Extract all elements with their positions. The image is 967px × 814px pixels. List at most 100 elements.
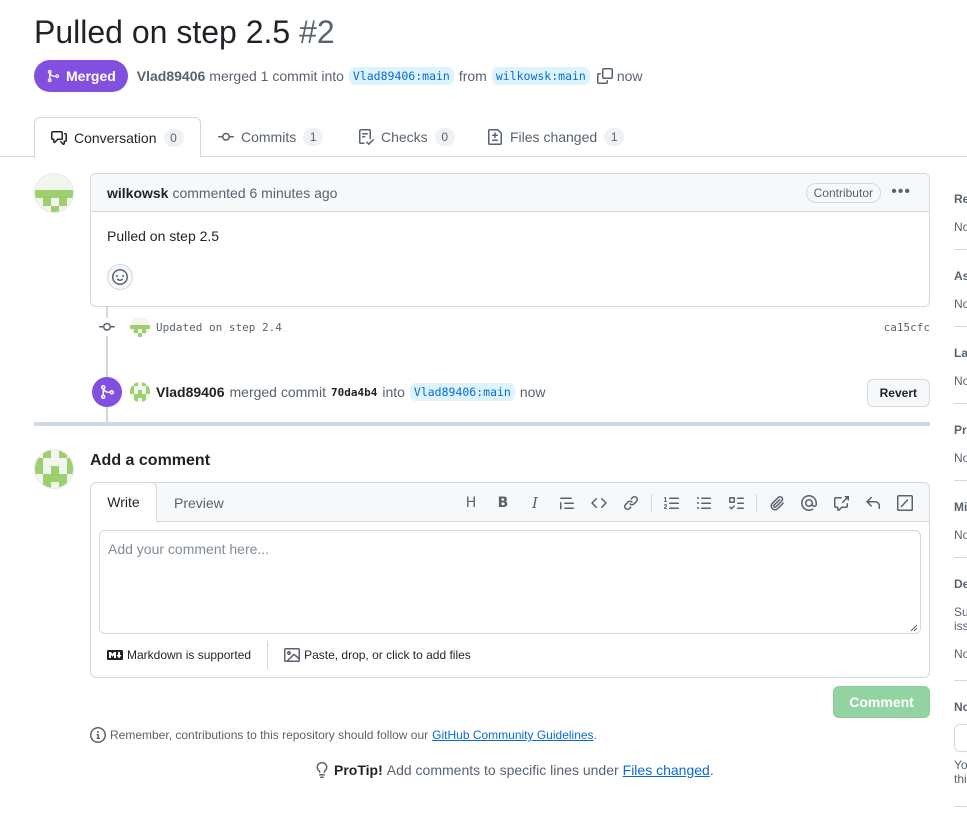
base-branch[interactable]: Vlad89406:main	[348, 67, 454, 85]
ordered-list-icon[interactable]	[656, 491, 688, 515]
resize-handle-icon[interactable]	[910, 624, 918, 632]
protip-label: ProTip!	[334, 762, 383, 778]
tab-conversation[interactable]: Conversation 0	[34, 117, 201, 158]
tab-count: 0	[434, 128, 455, 146]
comment-card: wilkowsk commented 6 minutes ago Contrib…	[90, 173, 930, 307]
state-badge-merged: Merged	[34, 60, 128, 92]
add-comment-heading: Add a comment	[90, 452, 211, 469]
sidebar-reviewers[interactable]: Re No	[954, 192, 967, 234]
sidebar-labels[interactable]: La No	[954, 346, 967, 388]
markdown-icon	[107, 647, 123, 663]
file-diff-icon	[488, 129, 502, 145]
editor-footer: Markdown is supported Paste, drop, or cl…	[107, 641, 471, 669]
paperclip-icon[interactable]	[761, 491, 793, 515]
community-guidelines-link[interactable]: GitHub Community Guidelines	[432, 728, 593, 742]
merge-commit-sha-link[interactable]: 70da4b4	[331, 386, 377, 399]
avatar[interactable]	[34, 449, 74, 489]
markdown-supported-link[interactable]: Markdown is supported	[127, 648, 251, 662]
sidebar-divider	[954, 480, 967, 481]
link-icon[interactable]	[615, 491, 647, 515]
guidelines-note: Remember, contributions to this reposito…	[90, 727, 597, 743]
sidebar-divider	[954, 326, 967, 327]
pr-summary: merged 1 commit into	[209, 68, 344, 84]
tab-count: 1	[303, 128, 324, 146]
tab-files-changed[interactable]: Files changed 1	[487, 117, 625, 157]
git-commit-icon	[218, 132, 234, 141]
merge-time: now	[519, 384, 546, 400]
sidebar-divider	[954, 557, 967, 558]
comment-textarea[interactable]: Add your comment here...	[99, 530, 921, 634]
kebab-icon[interactable]: •••	[891, 182, 911, 202]
tab-count: 1	[604, 128, 625, 146]
attach-files-button[interactable]: Paste, drop, or click to add files	[304, 648, 471, 662]
bold-icon[interactable]: B	[487, 491, 519, 515]
cross-reference-icon[interactable]	[825, 491, 857, 515]
from-label: from	[458, 68, 487, 84]
toolbar-divider	[651, 494, 652, 512]
copy-icon[interactable]	[596, 68, 613, 84]
pr-number: #2	[299, 14, 335, 50]
git-merge-icon	[47, 69, 60, 83]
tab-checks[interactable]: Checks 0	[358, 117, 455, 157]
quote-icon[interactable]	[551, 491, 583, 515]
tab-preview[interactable]: Preview	[174, 483, 224, 523]
comment-time[interactable]: commented 6 minutes ago	[172, 185, 337, 201]
files-changed-link[interactable]: Files changed	[623, 762, 710, 778]
merge-text: merged commit	[229, 384, 326, 400]
reply-icon[interactable]	[857, 491, 889, 515]
merge-event: Vlad89406 merged commit 70da4b4 into Vla…	[92, 377, 930, 407]
commit-message-link[interactable]: Updated on step 2.4	[156, 321, 282, 334]
commit-event: Updated on step 2.4 ca15cfc	[98, 316, 930, 338]
page-title: Pulled on step 2.5 #2	[34, 14, 335, 51]
pr-tabs: Conversation 0 Commits 1 Checks 0 Files …	[0, 117, 967, 158]
comment-discussion-icon	[51, 130, 67, 145]
italic-icon[interactable]: I	[519, 491, 551, 515]
sidebar-projects[interactable]: Pr No	[954, 423, 967, 465]
add-reaction-button[interactable]	[107, 264, 133, 290]
mention-icon[interactable]	[793, 491, 825, 515]
task-list-icon[interactable]	[720, 491, 752, 515]
pr-author-link[interactable]: Vlad89406	[137, 68, 206, 84]
protip: ProTip! Add comments to specific lines u…	[314, 762, 714, 778]
avatar[interactable]	[130, 382, 150, 402]
guidelines-text: Remember, contributions to this reposito…	[110, 728, 429, 742]
timeline-break	[34, 422, 930, 426]
protip-suffix: .	[709, 762, 714, 778]
heading-icon[interactable]: H	[455, 491, 487, 515]
merge-target-branch[interactable]: Vlad89406:main	[409, 383, 515, 401]
tab-write[interactable]: Write	[90, 482, 157, 522]
editor-header: Write Preview H B I	[90, 482, 929, 523]
code-icon[interactable]	[583, 491, 615, 515]
slash-command-icon[interactable]	[889, 491, 921, 515]
markdown-toolbar: H B I	[455, 491, 921, 515]
comment-author-link[interactable]: wilkowsk	[107, 185, 168, 201]
footer-divider	[267, 641, 269, 669]
comment-submit-button[interactable]: Comment	[833, 686, 930, 718]
sidebar-divider	[954, 403, 967, 404]
sidebar-divider	[954, 806, 967, 807]
contributor-badge: Contributor	[805, 183, 881, 203]
smiley-icon	[112, 269, 128, 285]
head-branch[interactable]: wilkowsk:main	[491, 67, 590, 85]
sidebar-notifications[interactable]: No Yo thi	[954, 700, 967, 786]
avatar[interactable]	[34, 173, 74, 213]
revert-button[interactable]: Revert	[866, 379, 930, 407]
avatar[interactable]	[130, 317, 150, 337]
comment-editor: Write Preview H B I Add your comment her…	[90, 482, 930, 678]
comment-body: Pulled on step 2.5	[107, 228, 220, 244]
commit-sha-link[interactable]: ca15cfc	[884, 321, 930, 334]
sidebar-development[interactable]: De Su iss No	[954, 577, 967, 661]
info-icon	[90, 727, 106, 743]
merge-author-link[interactable]: Vlad89406	[156, 384, 225, 400]
git-commit-icon	[98, 318, 116, 336]
subscribe-button[interactable]	[954, 724, 967, 752]
tab-commits[interactable]: Commits 1	[218, 117, 324, 157]
unordered-list-icon[interactable]	[688, 491, 720, 515]
sidebar-milestone[interactable]: Mi No	[954, 500, 967, 542]
merge-into-text: into	[382, 384, 405, 400]
sidebar-assignees[interactable]: As No	[954, 269, 967, 311]
lightbulb-icon	[316, 762, 328, 778]
pr-meta: Merged Vlad89406 merged 1 commit into Vl…	[34, 60, 643, 92]
tab-count: 0	[163, 128, 184, 147]
pr-time: now	[616, 68, 643, 84]
